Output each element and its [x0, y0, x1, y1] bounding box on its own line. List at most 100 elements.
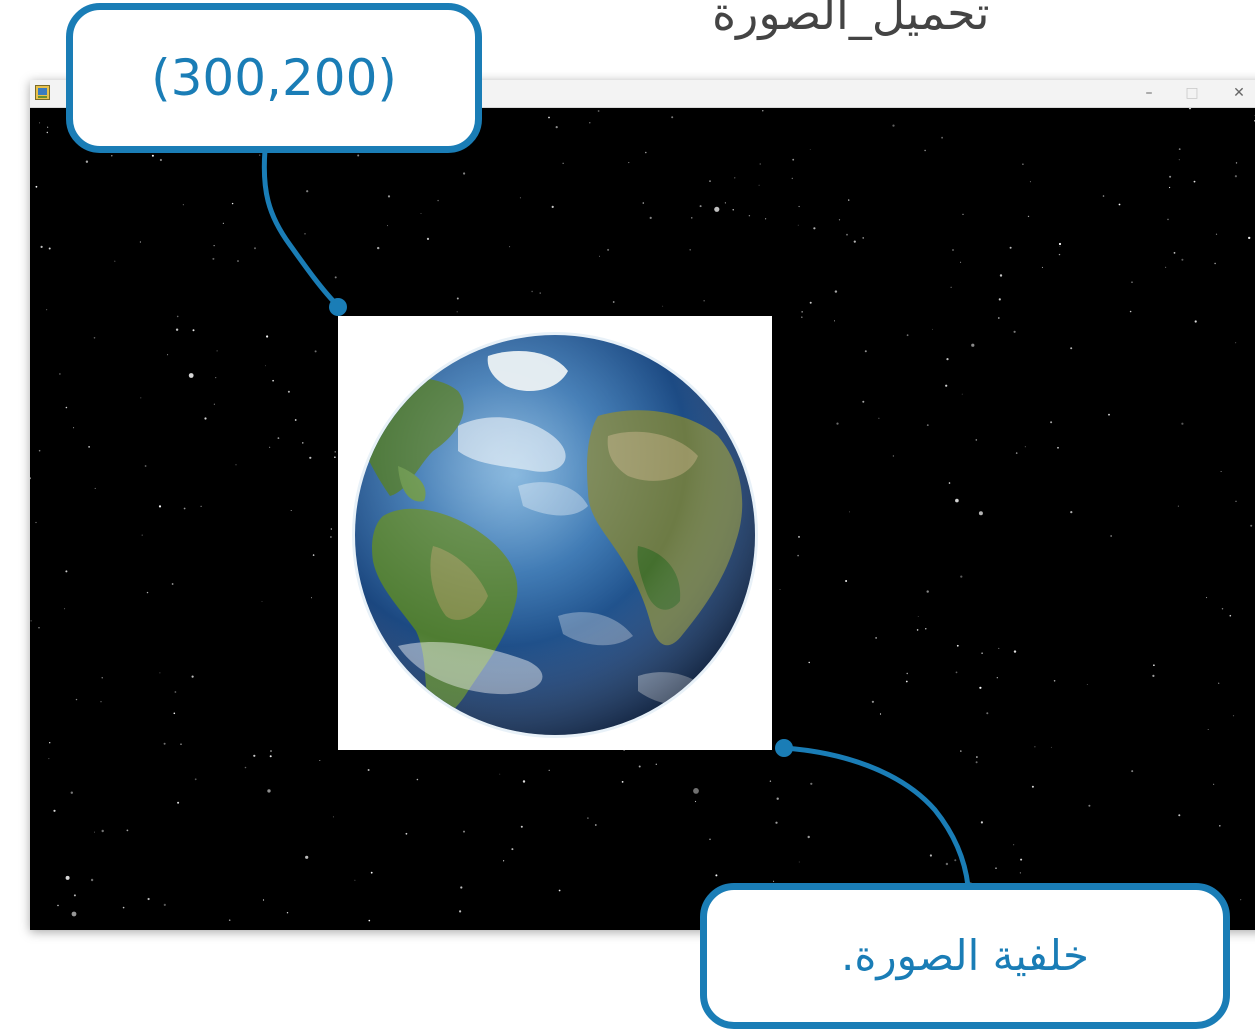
star — [48, 758, 50, 760]
star — [978, 511, 983, 516]
star — [101, 829, 104, 833]
star — [1240, 899, 1242, 901]
star — [732, 209, 734, 211]
star — [75, 698, 78, 701]
star — [1235, 342, 1237, 344]
star — [65, 875, 70, 880]
star — [90, 878, 94, 882]
star — [1088, 804, 1091, 807]
star — [917, 616, 919, 617]
star — [531, 290, 533, 293]
star — [173, 712, 176, 715]
star — [981, 652, 983, 654]
star — [1218, 682, 1220, 684]
star — [996, 677, 998, 679]
star — [368, 919, 371, 922]
star — [1215, 233, 1218, 235]
star — [456, 297, 459, 300]
star — [70, 791, 73, 794]
maximize-icon[interactable]: □ — [1178, 82, 1206, 104]
star — [228, 919, 231, 921]
star — [1213, 783, 1215, 785]
star — [797, 554, 799, 557]
star — [612, 301, 615, 303]
star — [262, 899, 265, 901]
star — [1031, 785, 1034, 788]
star — [946, 358, 949, 361]
star — [163, 903, 166, 907]
star — [511, 848, 514, 851]
star — [1013, 330, 1016, 333]
star — [810, 782, 813, 785]
star — [277, 437, 280, 439]
star — [638, 765, 641, 768]
star — [94, 487, 96, 489]
star — [1173, 252, 1176, 254]
star — [188, 373, 194, 378]
star — [101, 677, 103, 679]
star — [35, 521, 37, 524]
star — [200, 505, 202, 507]
star — [1214, 262, 1216, 265]
star — [171, 583, 174, 585]
star — [976, 756, 978, 758]
star — [215, 377, 217, 379]
star — [212, 257, 215, 260]
star — [267, 789, 271, 793]
minimize-icon[interactable]: – — [1135, 82, 1163, 104]
star — [945, 862, 949, 866]
star — [808, 661, 810, 664]
star — [1131, 770, 1134, 773]
star — [1050, 746, 1052, 748]
star — [689, 249, 691, 251]
star — [834, 290, 838, 293]
star — [734, 177, 736, 179]
star — [714, 206, 720, 212]
star — [1057, 446, 1059, 449]
star — [1194, 320, 1197, 323]
star — [53, 809, 56, 812]
star — [405, 832, 408, 835]
star — [1188, 108, 1192, 110]
star — [998, 647, 1000, 649]
star — [302, 442, 304, 444]
star — [35, 185, 38, 188]
star — [941, 136, 943, 139]
star — [960, 750, 962, 752]
star — [151, 154, 154, 157]
star — [1235, 162, 1238, 164]
star — [1053, 680, 1056, 682]
game-canvas — [30, 108, 1255, 930]
star — [65, 570, 68, 573]
star — [1234, 175, 1237, 178]
star — [905, 680, 908, 683]
star — [30, 477, 31, 480]
star — [703, 300, 705, 302]
star — [265, 365, 266, 367]
star — [916, 629, 919, 631]
star — [312, 554, 315, 556]
star — [809, 149, 811, 150]
star — [1169, 175, 1172, 178]
close-icon[interactable]: ✕ — [1225, 82, 1253, 104]
star — [1229, 614, 1232, 617]
star — [998, 298, 1001, 301]
star — [387, 225, 388, 227]
star — [954, 859, 957, 862]
star — [146, 591, 149, 594]
star — [94, 831, 95, 833]
star — [748, 215, 751, 217]
star — [879, 713, 882, 715]
star — [286, 912, 289, 914]
star — [906, 672, 908, 675]
star — [304, 233, 306, 235]
star — [798, 535, 800, 538]
star — [426, 237, 430, 240]
star — [1108, 413, 1110, 416]
star — [548, 769, 550, 771]
star — [270, 750, 272, 752]
star — [792, 158, 795, 161]
star — [147, 897, 150, 901]
star — [693, 788, 699, 794]
star — [971, 343, 975, 347]
